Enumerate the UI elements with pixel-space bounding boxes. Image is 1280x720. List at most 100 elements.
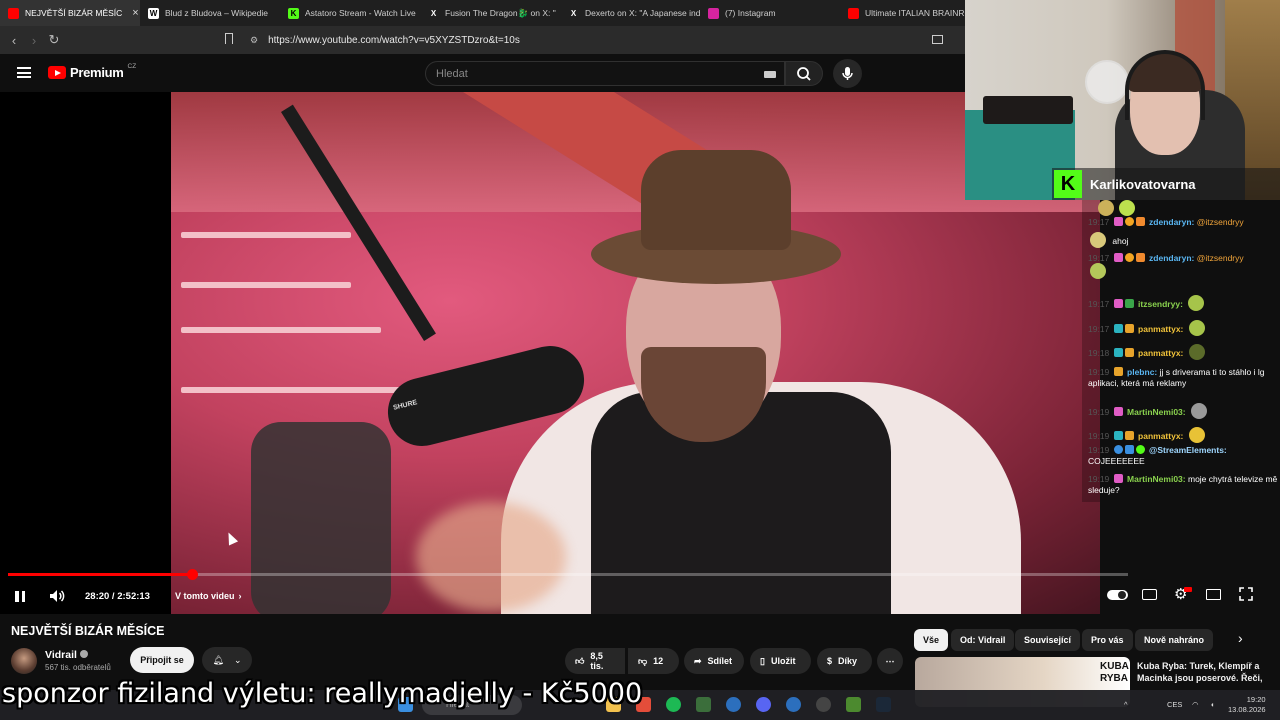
chip-for-you[interactable]: Pro vás xyxy=(1082,629,1133,651)
browser-tab-instagram[interactable]: (7) Instagram xyxy=(700,0,840,26)
chat-username[interactable]: zdendaryn: xyxy=(1149,253,1194,263)
chapter-label: V tomto videu xyxy=(175,591,235,601)
save-button[interactable]: ▯ Uložit xyxy=(750,648,811,674)
volume-button[interactable] xyxy=(48,588,66,604)
browser-tab-youtube[interactable]: NEJVĚTŠÍ BIZÁR MĚSÍC × xyxy=(0,0,140,26)
sidebar-icon[interactable] xyxy=(932,35,943,44)
chat-username[interactable]: plebnc: xyxy=(1127,367,1157,377)
sub-badge-icon xyxy=(1113,299,1123,308)
site-info-icon[interactable]: ⚙ xyxy=(250,35,258,46)
thumbs-up-icon: 👍︎ xyxy=(575,655,585,666)
youtube-favicon-icon xyxy=(848,7,859,19)
dislike-button[interactable]: 👎︎ 12 xyxy=(628,648,679,674)
video-frame: SHURE xyxy=(171,92,1100,614)
chat-username[interactable]: zdendaryn: xyxy=(1149,217,1194,227)
progress-bar[interactable] xyxy=(8,569,1128,580)
notifications-button[interactable]: 🔔︎ ⌄ xyxy=(202,647,252,673)
like-button[interactable]: 👍︎ 8,5 tis. xyxy=(565,648,625,674)
recommended-video-title[interactable]: Kuba Ryba: Turek, Klempíř a Macinka jsou… xyxy=(1137,660,1277,684)
scene-shelf xyxy=(181,387,401,393)
forward-icon[interactable]: › xyxy=(24,33,44,48)
chat-message: 19:19 panmattyx: xyxy=(1088,427,1278,443)
chip-from-channel[interactable]: Od: Vidrail xyxy=(951,629,1015,651)
youtube-premium-logo[interactable]: Premium CZ xyxy=(48,63,136,80)
browser-tab-x-fusion[interactable]: X Fusion The Dragon🐉 on X: " xyxy=(420,0,560,26)
bot-badge-icon xyxy=(1113,445,1123,454)
back-icon[interactable]: ‹ xyxy=(4,33,24,48)
microphone-icon xyxy=(842,67,853,80)
close-tab-icon[interactable]: × xyxy=(132,7,138,19)
chat-overlay: 19:17 zdendaryn: @itzsendryy ahoj 19:17 … xyxy=(1082,200,1280,500)
search-button[interactable] xyxy=(785,61,823,86)
chat-message: 19:18 panmattyx: xyxy=(1088,344,1278,360)
discord-icon[interactable] xyxy=(756,697,771,712)
verified-icon xyxy=(79,650,88,658)
channel-avatar[interactable] xyxy=(11,648,37,674)
channel-name[interactable]: Vidrail xyxy=(45,649,88,661)
chat-timestamp: 19:19 xyxy=(1088,445,1110,455)
chips-next-icon[interactable]: › xyxy=(1238,630,1243,646)
browser-tab-wikipedia[interactable]: W Blud z Bludova – Wikipedie xyxy=(140,0,280,26)
share-icon: ➦ xyxy=(694,655,702,666)
chevron-right-icon: › xyxy=(238,591,242,601)
language-indicator[interactable]: CES xyxy=(1167,700,1182,709)
search-placeholder: Hledat xyxy=(436,68,468,80)
search-input[interactable]: Hledat xyxy=(425,61,785,86)
progress-scrubber[interactable] xyxy=(186,569,198,580)
settings-button[interactable]: ⚙ xyxy=(1173,586,1193,604)
chat-username[interactable]: @StreamElements: xyxy=(1149,445,1227,455)
steam-icon[interactable] xyxy=(876,697,891,712)
chip-recently-uploaded[interactable]: Nově nahráno xyxy=(1135,629,1214,651)
more-actions-button[interactable]: ⋯ xyxy=(877,648,903,674)
verified-badge-icon xyxy=(1124,445,1134,454)
tray-chevron-up-icon[interactable]: ^ xyxy=(1124,700,1128,709)
chat-username[interactable]: MartinNemi03: xyxy=(1127,474,1186,484)
chat-username[interactable]: MartinNemi03: xyxy=(1127,407,1186,417)
wifi-icon[interactable]: ◠ xyxy=(1192,700,1199,709)
video-player[interactable]: SHURE xyxy=(0,92,1100,614)
x-favicon-icon: X xyxy=(430,8,437,18)
minecraft-icon[interactable] xyxy=(846,697,861,712)
app-icon[interactable] xyxy=(816,697,831,712)
keyboard-icon[interactable] xyxy=(764,71,776,78)
chip-related[interactable]: Související xyxy=(1015,629,1081,651)
share-button[interactable]: ➦ Sdílet xyxy=(684,648,744,674)
autoplay-toggle[interactable] xyxy=(1107,586,1128,604)
fullscreen-button[interactable] xyxy=(1238,586,1258,604)
tab-label: Astatoro Stream - Watch Live xyxy=(305,8,416,18)
spotify-icon[interactable] xyxy=(666,697,681,712)
thanks-button[interactable]: $ Díky xyxy=(817,648,872,674)
chat-username[interactable]: itzsendryy: xyxy=(1138,299,1183,309)
menu-icon[interactable] xyxy=(17,67,31,78)
sub-badge-icon xyxy=(1113,367,1123,376)
pause-button[interactable] xyxy=(15,588,27,604)
chat-username[interactable]: panmattyx: xyxy=(1138,324,1183,334)
voice-search-button[interactable] xyxy=(833,59,862,88)
chapter-button[interactable]: V tomto videu › xyxy=(175,588,242,604)
speaker-icon[interactable]: ◖ xyxy=(1210,700,1215,709)
browser-tab-youtube-2[interactable]: Ultimate ITALIAN BRAINROT xyxy=(840,0,965,26)
chat-message xyxy=(1088,263,1278,279)
app-icon[interactable] xyxy=(786,697,801,712)
instagram-favicon-icon xyxy=(708,7,719,19)
browser-tab-kick[interactable]: K Astatoro Stream - Watch Live xyxy=(280,0,420,26)
tab-label: (7) Instagram xyxy=(725,8,776,18)
emote-icon xyxy=(1098,200,1114,216)
subtitles-button[interactable] xyxy=(1141,586,1161,604)
taskbar-clock[interactable]: 19:20 13.08.2026 xyxy=(1228,695,1266,715)
url-field[interactable]: ⚙ https://www.youtube.com/watch?v=v5XYZS… xyxy=(225,30,950,50)
chat-username[interactable]: panmattyx: xyxy=(1138,348,1183,358)
share-label: Sdílet xyxy=(707,656,733,666)
search-icon xyxy=(797,67,811,81)
chevron-down-icon: ⌄ xyxy=(233,654,242,665)
sub-badge-icon xyxy=(1124,431,1134,440)
chat-username[interactable]: panmattyx: xyxy=(1138,431,1183,441)
browser-tab-x-dexerto[interactable]: X Dexerto on X: "A Japanese ind xyxy=(560,0,700,26)
theater-mode-button[interactable] xyxy=(1205,586,1225,604)
bookmark-icon[interactable] xyxy=(225,33,233,44)
app-icon[interactable] xyxy=(726,697,741,712)
reload-icon[interactable]: ↻ xyxy=(44,32,64,48)
join-button[interactable]: Připojit se xyxy=(130,647,194,673)
app-icon[interactable] xyxy=(696,697,711,712)
chip-all[interactable]: Vše xyxy=(914,629,949,651)
